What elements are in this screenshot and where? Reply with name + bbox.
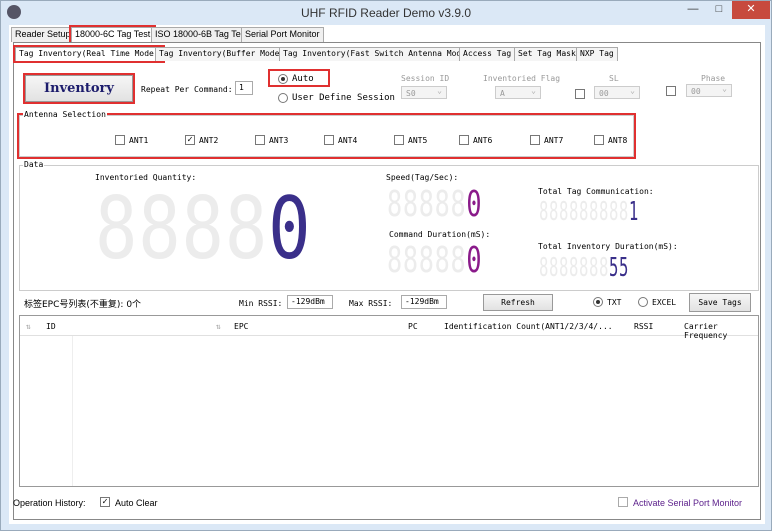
flag-label: Inventoried Flag xyxy=(483,74,561,83)
subtab-fast-switch[interactable]: Tag Inventory(Fast Switch Antenna Mode) xyxy=(279,47,475,61)
subtab-nxp-tag[interactable]: NXP Tag xyxy=(576,47,618,61)
tab-iso-18000-6b[interactable]: ISO 18000-6B Tag Test xyxy=(151,27,252,42)
inv-qty-display: 88880 xyxy=(95,179,312,279)
auto-clear-label: Auto Clear xyxy=(115,498,158,508)
subtab-access-tag[interactable]: Access Tag xyxy=(459,47,516,61)
min-rssi-label: Min RSSI: xyxy=(239,299,283,308)
col-count[interactable]: Identification Count(ANT1/2/3/4/... xyxy=(444,322,613,331)
phase-checkbox[interactable] xyxy=(666,86,676,96)
total-duration-label: Total Inventory Duration(mS): xyxy=(538,242,678,251)
data-title: Data xyxy=(23,160,45,169)
maximize-button[interactable]: □ xyxy=(707,1,731,19)
serial-monitor-checkbox[interactable] xyxy=(618,497,628,507)
sort-icon: ⇅ xyxy=(26,322,31,331)
col-id[interactable]: ID xyxy=(46,322,56,331)
phase-select[interactable]: 00 xyxy=(686,84,732,97)
minimize-button[interactable]: — xyxy=(681,1,705,19)
epc-list-label: 标签EPC号列表(不重复): 0个 xyxy=(24,300,142,310)
serial-monitor-label: Activate Serial Port Monitor xyxy=(633,498,743,508)
excel-radio[interactable] xyxy=(638,297,648,307)
sort-icon: ⇅ xyxy=(216,322,221,331)
antenna-checkbox-6[interactable] xyxy=(459,135,469,145)
column-divider xyxy=(72,336,73,486)
antenna-label: ANT4 xyxy=(338,136,358,145)
total-comm-label: Total Tag Communication: xyxy=(538,187,654,196)
subtab-realtime[interactable]: Tag Inventory(Real Time Mode) xyxy=(13,45,165,63)
save-tags-button[interactable]: Save Tags xyxy=(689,293,751,312)
auto-label: Auto xyxy=(292,74,314,84)
app-window: UHF RFID Reader Demo v3.9.0 — □ ✕ Reader… xyxy=(0,0,772,531)
subtab-set-tag-mask[interactable]: Set Tag Mask xyxy=(514,47,580,61)
tab-reader-setup[interactable]: Reader Setup xyxy=(11,27,75,42)
antenna-checkbox-7[interactable] xyxy=(530,135,540,145)
antenna-label: ANT2 xyxy=(199,136,219,145)
inventory-button[interactable]: Inventory xyxy=(23,73,135,104)
antenna-label: ANT8 xyxy=(608,136,628,145)
antenna-label: ANT6 xyxy=(473,136,493,145)
antenna-checkbox-4[interactable] xyxy=(324,135,334,145)
title-bar: UHF RFID Reader Demo v3.9.0 — □ ✕ xyxy=(1,1,771,25)
inv-qty-value: 0 xyxy=(268,179,312,279)
col-epc[interactable]: EPC xyxy=(234,322,248,331)
col-rssi[interactable]: RSSI xyxy=(634,322,653,331)
repeat-input[interactable]: 1 xyxy=(235,81,253,95)
total-duration-display: 888888855 xyxy=(539,253,629,283)
sl-label: SL xyxy=(609,74,619,83)
antenna-checkbox-8[interactable] xyxy=(594,135,604,145)
antenna-label: ANT3 xyxy=(269,136,289,145)
cmd-duration-label: Command Duration(mS): xyxy=(389,230,491,239)
antenna-checkbox-3[interactable] xyxy=(255,135,265,145)
client-area: Reader Setup 18000-6C Tag Test ISO 18000… xyxy=(9,25,765,524)
speed-value: 0 xyxy=(466,184,483,225)
antenna-label: ANT5 xyxy=(408,136,428,145)
antenna-label: ANT7 xyxy=(544,136,564,145)
user-define-radio[interactable] xyxy=(278,93,288,103)
cmd-duration-value: 0 xyxy=(466,240,483,281)
antenna-checkbox-1[interactable] xyxy=(115,135,125,145)
cmd-duration-display: 888880 xyxy=(387,240,483,281)
refresh-button[interactable]: Refresh xyxy=(483,294,553,311)
antenna-label: ANT1 xyxy=(129,136,149,145)
excel-label: EXCEL xyxy=(652,298,677,307)
auto-radio[interactable] xyxy=(278,74,288,84)
total-comm-value: 1 xyxy=(628,197,639,227)
total-comm-display: 8888888881 xyxy=(539,197,639,227)
txt-radio[interactable] xyxy=(593,297,603,307)
tab-serial-port-monitor[interactable]: Serial Port Monitor xyxy=(241,27,324,42)
phase-label: Phase xyxy=(701,74,726,83)
repeat-label: Repeat Per Command: xyxy=(141,85,233,94)
col-frequency[interactable]: Carrier Frequency xyxy=(684,322,758,340)
min-rssi-input[interactable]: -129dBm xyxy=(287,295,333,309)
operation-history-label: Operation History: xyxy=(13,498,86,508)
total-duration-value: 55 xyxy=(608,253,629,283)
subtab-buffer[interactable]: Tag Inventory(Buffer Mode) xyxy=(155,47,289,61)
table-header: ⇅ ID ⇅ EPC PC Identification Count(ANT1/… xyxy=(20,316,758,340)
speed-display: 888880 xyxy=(387,184,483,225)
tab-18000-6c[interactable]: 18000-6C Tag Test xyxy=(68,25,157,44)
col-pc[interactable]: PC xyxy=(408,322,418,331)
max-rssi-label: Max RSSI: xyxy=(349,299,393,308)
session-label: Session ID xyxy=(401,74,450,83)
auto-clear-checkbox[interactable]: ✓ xyxy=(100,497,110,507)
antenna-checkbox-5[interactable] xyxy=(394,135,404,145)
close-button[interactable]: ✕ xyxy=(732,1,770,19)
tag-table[interactable]: ⇅ ID ⇅ EPC PC Identification Count(ANT1/… xyxy=(19,315,759,487)
speed-label: Speed(Tag/Sec): xyxy=(386,173,459,182)
sl-select[interactable]: 00 xyxy=(594,86,640,99)
session-select[interactable]: S0 xyxy=(401,86,447,99)
flag-select[interactable]: A xyxy=(495,86,541,99)
sl-checkbox[interactable] xyxy=(575,89,585,99)
txt-label: TXT xyxy=(607,298,622,307)
antenna-title: Antenna Selection xyxy=(23,110,107,119)
max-rssi-input[interactable]: -129dBm xyxy=(401,295,447,309)
antenna-checkbox-2[interactable]: ✓ xyxy=(185,135,195,145)
window-title: UHF RFID Reader Demo v3.9.0 xyxy=(300,6,472,20)
user-define-label: User Define Session xyxy=(292,93,395,103)
